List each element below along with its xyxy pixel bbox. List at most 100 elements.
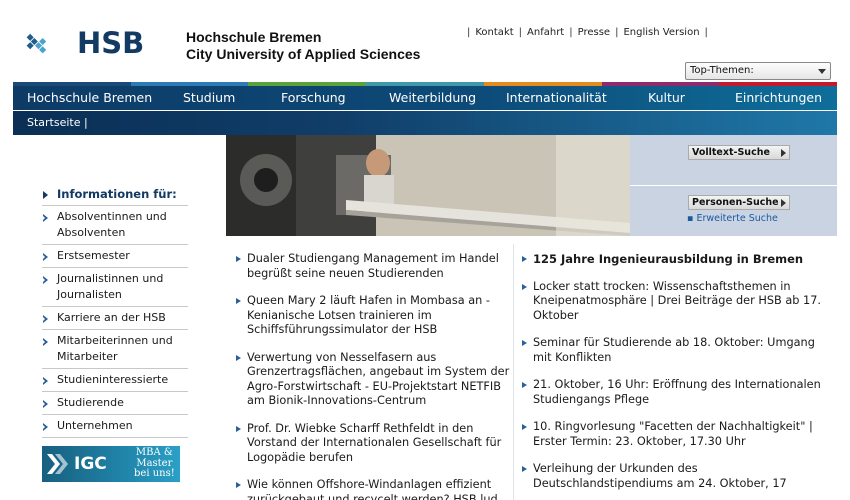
sidebar-item-journalisten[interactable]: Journalistinnen und Journalisten — [42, 268, 188, 307]
igc-banner[interactable]: IGC MBA & Master bei uns! — [42, 446, 180, 482]
news-item[interactable]: Verwertung von Nesselfasern aus Grenzert… — [236, 351, 513, 409]
nav-studium[interactable]: Studium — [183, 90, 235, 105]
logo-text[interactable]: HSB — [77, 26, 144, 60]
sidebar-item-label: Karriere an der HSB — [57, 311, 166, 324]
sidebar-item-unternehmen[interactable]: Unternehmen — [42, 415, 188, 438]
sidebar-item-erstsemester[interactable]: Erstsemester — [42, 245, 188, 268]
link-anfahrt[interactable]: Anfahrt — [527, 27, 564, 38]
sidebar-item-label: Studierende — [57, 396, 124, 409]
news-item-text: Dualer Studiengang Management im Handel … — [247, 252, 499, 280]
main-navigation: Hochschule Bremen Studium Forschung Weit… — [13, 86, 837, 110]
igc-tagline: MBA & Master bei uns! — [134, 447, 175, 480]
news-item[interactable]: 10. Ringvorlesung "Facetten der Nachhalt… — [522, 420, 837, 449]
bullet-arrow-icon — [43, 191, 48, 199]
hsb-logo-icon[interactable] — [26, 18, 76, 70]
bullet-arrow-icon — [236, 425, 241, 432]
top-themen-value: Top-Themen: — [690, 65, 754, 76]
sidebar-item-absolventen[interactable]: Absolventinnen und Absolventen — [42, 206, 188, 245]
link-kontakt[interactable]: Kontakt — [475, 27, 513, 38]
bullet-arrow-icon — [522, 283, 527, 290]
nav-hochschule-bremen[interactable]: Hochschule Bremen — [27, 90, 152, 105]
nav-weiterbildung[interactable]: Weiterbildung — [389, 90, 476, 105]
sidebar-item-label: Erstsemester — [57, 249, 130, 262]
bullet-arrow-icon — [522, 424, 527, 430]
news-item[interactable]: Seminar für Studierende ab 18. Oktober: … — [522, 336, 837, 365]
sidebar-item-label: Unternehmen — [57, 419, 133, 432]
news-item[interactable]: Verleihung der Urkunden des Deutschlands… — [522, 462, 837, 491]
separator: | — [518, 27, 523, 38]
news-item-text: Seminar für Studierende ab 18. Oktober: … — [533, 336, 815, 364]
hero-photo-icon — [226, 135, 630, 236]
volltext-search-label: Volltext-Suche — [692, 147, 770, 158]
hero-image — [226, 135, 630, 236]
personen-search-button[interactable]: Personen-Suche — [688, 195, 790, 210]
bullet-arrow-icon — [522, 256, 527, 262]
nav-forschung[interactable]: Forschung — [281, 90, 346, 105]
news-item[interactable]: Queen Mary 2 läuft Hafen in Mombasa an -… — [236, 294, 513, 338]
sidebar-heading-label: Informationen für: — [57, 187, 177, 201]
sidebar-item-karriere[interactable]: Karriere an der HSB — [42, 307, 188, 330]
nav-kultur[interactable]: Kultur — [648, 90, 685, 105]
bullet-arrow-icon — [522, 340, 527, 346]
chevron-down-icon — [818, 69, 826, 74]
separator: | — [569, 27, 573, 38]
bullet-arrow-icon — [43, 214, 48, 222]
arrow-right-icon — [781, 199, 786, 207]
sidebar-heading: Informationen für: — [42, 183, 188, 206]
igc-tagline-line: MBA & — [135, 447, 173, 458]
sidebar-item-label: Absolventinnen und Absolventen — [57, 210, 167, 239]
bullet-arrow-icon — [43, 400, 48, 408]
nav-internationalitaet[interactable]: Internationalität — [506, 90, 607, 105]
bullet-arrow-icon — [236, 482, 241, 488]
news-item-text: Verleihung der Urkunden des Deutschlands… — [533, 462, 787, 490]
sidebar: Informationen für: Absolventinnen und Ab… — [42, 183, 188, 438]
news-item-text: 10. Ringvorlesung "Facetten der Nachhalt… — [533, 420, 813, 448]
news-item-text: Prof. Dr. Wiebke Scharff Rethfeldt in de… — [247, 421, 502, 464]
bullet-arrow-icon — [522, 466, 527, 472]
bullet-arrow-icon — [236, 256, 241, 262]
volltext-search-button[interactable]: Volltext-Suche — [688, 145, 790, 160]
personen-search-label: Personen-Suche — [692, 197, 779, 208]
news-item-text: Wie können Offshore-Windanlagen effizien… — [247, 478, 498, 500]
news-item[interactable]: 21. Oktober, 16 Uhr: Eröffnung des Inter… — [522, 378, 837, 407]
news-item[interactable]: Locker statt trocken: Wissenschaftstheme… — [522, 280, 837, 324]
sidebar-item-label: Mitarbeiterinnen und Mitarbeiter — [57, 334, 173, 363]
separator: | — [467, 27, 471, 38]
breadcrumb: Startseite | — [13, 111, 837, 135]
bullet-arrow-icon — [236, 354, 241, 361]
advanced-search-link[interactable]: ▪ Erweiterte Suche — [687, 213, 778, 224]
arrow-right-icon — [781, 149, 786, 157]
news-item[interactable]: Prof. Dr. Wiebke Scharff Rethfeldt in de… — [236, 422, 513, 466]
sidebar-item-studierende[interactable]: Studierende — [42, 392, 188, 415]
news-item-text: Queen Mary 2 läuft Hafen in Mombasa an -… — [247, 294, 490, 336]
news-column-right: 125 Jahre Ingenieurausbildung in Bremen … — [513, 244, 837, 500]
bullet-arrow-icon — [43, 315, 48, 323]
university-name-line2: City University of Applied Sciences — [186, 46, 421, 62]
link-english-version[interactable]: English Version — [623, 27, 699, 38]
bullet-arrow-icon — [43, 276, 48, 284]
nav-einrichtungen[interactable]: Einrichtungen — [735, 90, 822, 105]
bullet-arrow-icon — [522, 382, 527, 388]
news-headline[interactable]: 125 Jahre Ingenieurausbildung in Bremen — [522, 252, 837, 267]
advanced-search-label: Erweiterte Suche — [696, 213, 778, 224]
sidebar-item-mitarbeiter[interactable]: Mitarbeiterinnen und Mitarbeiter — [42, 330, 188, 369]
igc-label: IGC — [74, 454, 107, 474]
link-presse[interactable]: Presse — [578, 27, 610, 38]
news-headline-text: 125 Jahre Ingenieurausbildung in Bremen — [533, 252, 804, 266]
breadcrumb-startseite[interactable]: Startseite | — [27, 116, 88, 129]
news-item[interactable]: Wie können Offshore-Windanlagen effizien… — [236, 478, 513, 500]
university-name-line1: Hochschule Bremen — [186, 29, 322, 45]
top-themen-select[interactable]: Top-Themen: — [685, 62, 831, 80]
news-item-text: 21. Oktober, 16 Uhr: Eröffnung des Inter… — [533, 378, 821, 406]
news-column-left: Dualer Studiengang Management im Handel … — [226, 244, 513, 500]
sidebar-item-label: Studieninteressierte — [57, 373, 169, 386]
news-item-text: Locker statt trocken: Wissenschaftstheme… — [533, 279, 822, 322]
separator: | — [615, 27, 619, 38]
news-item-text: Verwertung von Nesselfasern aus Grenzert… — [247, 350, 510, 408]
sidebar-item-studieninteressierte[interactable]: Studieninteressierte — [42, 369, 188, 392]
bullet-arrow-icon — [43, 338, 48, 346]
divider — [630, 185, 837, 186]
news-item[interactable]: Dualer Studiengang Management im Handel … — [236, 252, 513, 281]
search-panel: Volltext-Suche Personen-Suche ▪ Erweiter… — [630, 135, 837, 236]
bullet-arrow-icon — [43, 253, 48, 261]
